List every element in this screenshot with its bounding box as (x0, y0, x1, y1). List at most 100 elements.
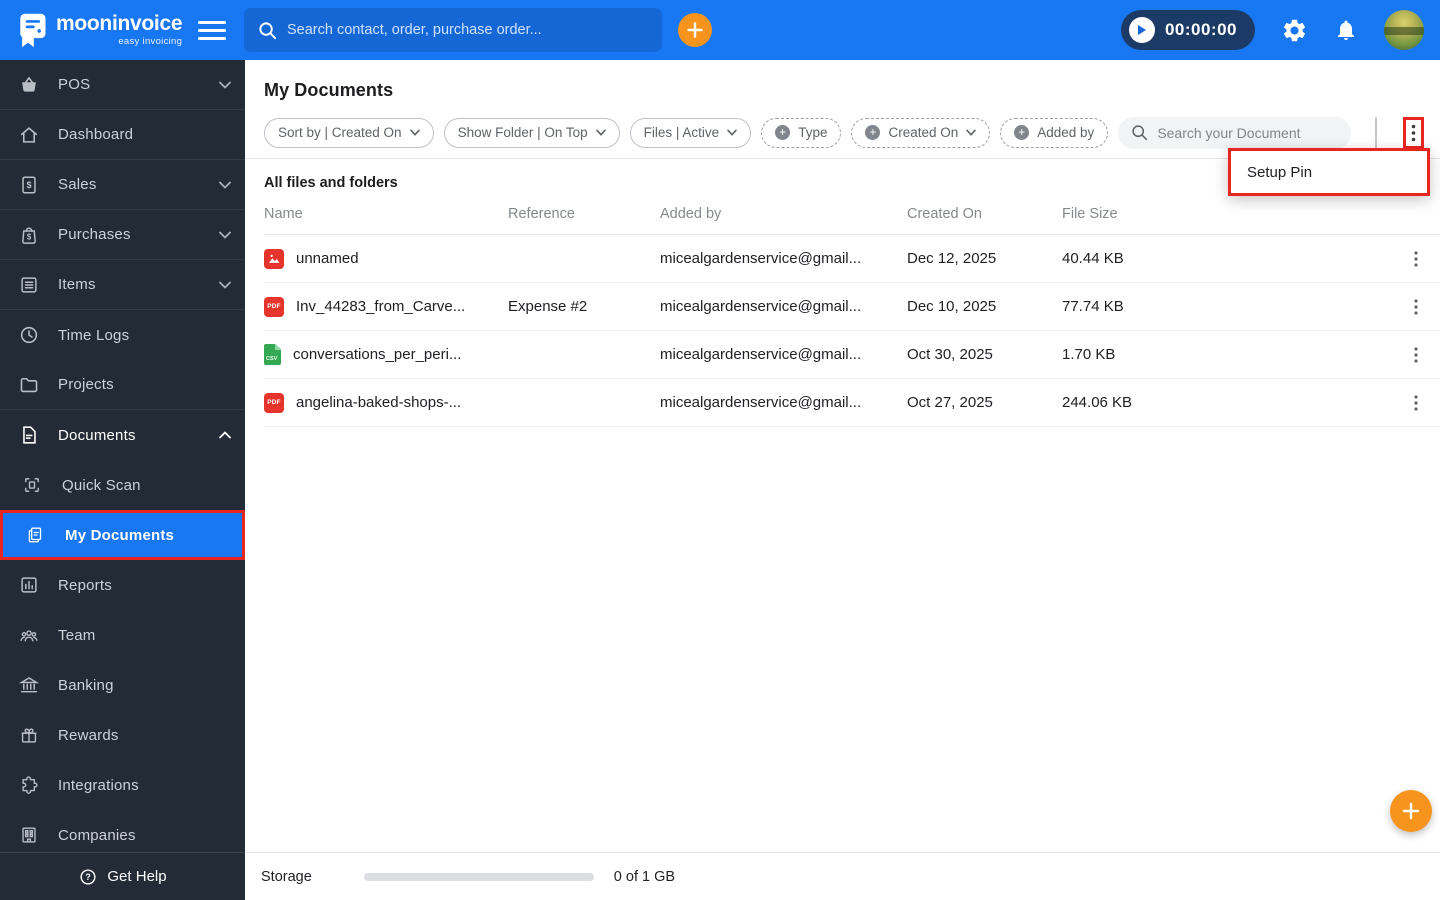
table-row[interactable]: PDF Inv_44283_from_Carve... Expense #2 m… (264, 283, 1440, 331)
file-name-cell[interactable]: PDF angelina-baked-shops-... (264, 392, 508, 413)
team-icon (18, 624, 40, 646)
sidebar-item-banking[interactable]: Banking (0, 660, 245, 710)
filter-add-type[interactable]: Type (761, 117, 842, 148)
sidebar-item-quick-scan[interactable]: Quick Scan (0, 460, 245, 510)
filter-show-folder[interactable]: Show Folder | On Top (443, 117, 620, 148)
table-row[interactable]: PDF angelina-baked-shops-... micealgarde… (264, 379, 1440, 427)
kebab-icon (1414, 346, 1418, 363)
sidebar-item-label: Projects (58, 376, 114, 393)
plus-circle-icon (1014, 125, 1030, 140)
avatar[interactable] (1384, 10, 1424, 50)
document-search-input[interactable] (1157, 124, 1339, 141)
row-options-button[interactable] (1410, 393, 1422, 413)
csv-file-icon: CSV (264, 344, 281, 365)
sidebar-item-label: Quick Scan (62, 476, 141, 494)
sidebar-item-team[interactable]: Team (0, 610, 245, 660)
chevron-down-icon (219, 226, 231, 244)
puzzle-icon (18, 774, 40, 796)
sidebar-item-projects[interactable]: Projects (0, 360, 245, 410)
plus-circle-icon (865, 125, 881, 140)
file-size: 1.70 KB (1062, 346, 1116, 363)
sidebar-item-label: Dashboard (58, 126, 134, 143)
chevron-down-icon (409, 129, 420, 136)
file-name-cell[interactable]: CSV conversations_per_peri... (264, 344, 508, 365)
column-created-on: Created On (907, 205, 982, 222)
filter-add-added-by[interactable]: Added by (1000, 117, 1109, 148)
setup-pin-menu: Setup Pin (1228, 148, 1430, 196)
more-menu-highlight (1403, 116, 1425, 149)
global-search-input[interactable] (287, 22, 648, 38)
sidebar-item-sales[interactable]: $ Sales (0, 160, 245, 210)
filter-files-active[interactable]: Files | Active (629, 117, 752, 148)
svg-text:$: $ (27, 232, 32, 241)
file-name: conversations_per_peri... (293, 346, 462, 363)
main-content: My Documents Sort by | Created On Show F… (245, 60, 1440, 900)
mooninvoice-logo-icon (20, 13, 46, 48)
play-icon[interactable] (1128, 17, 1155, 43)
sidebar-item-items[interactable]: Items (0, 260, 245, 310)
add-document-fab[interactable] (1390, 790, 1432, 832)
document-search[interactable] (1118, 116, 1352, 149)
search-icon (1132, 125, 1148, 141)
storage-label: Storage (261, 868, 312, 885)
sidebar-item-label: Rewards (58, 726, 119, 744)
get-help-button[interactable]: ? Get Help (0, 852, 245, 900)
row-options-button[interactable] (1410, 297, 1422, 317)
clock-icon (18, 324, 40, 346)
sidebar-item-pos[interactable]: POS (0, 60, 245, 110)
chevron-down-icon (966, 129, 977, 136)
pdf-file-icon: PDF (264, 296, 284, 317)
file-name: unnamed (296, 250, 359, 267)
chevron-down-icon (219, 76, 231, 94)
setup-pin-menu-item[interactable]: Setup Pin (1231, 164, 1427, 181)
global-search[interactable] (244, 8, 662, 52)
file-created-on: Dec 10, 2025 (907, 298, 997, 315)
notifications-icon[interactable] (1334, 18, 1358, 42)
table-row[interactable]: unnamed micealgardenservice@gmail... Dec… (264, 235, 1440, 283)
list-view-button[interactable] (1376, 118, 1377, 148)
file-name-cell[interactable]: PDF Inv_44283_from_Carve... (264, 296, 508, 317)
building-icon (18, 824, 40, 846)
sidebar-item-purchases[interactable]: $ Purchases (0, 210, 245, 260)
kebab-icon (1412, 124, 1416, 141)
sidebar-item-time-logs[interactable]: Time Logs (0, 310, 245, 360)
sidebar-item-label: Team (58, 626, 96, 644)
timer-widget[interactable]: 00:00:00 (1120, 10, 1255, 50)
sidebar-item-label: Integrations (58, 776, 139, 794)
settings-icon[interactable] (1281, 17, 1308, 44)
bar-chart-icon (18, 574, 40, 596)
filter-add-created-on[interactable]: Created On (851, 117, 991, 148)
plus-icon (687, 22, 703, 38)
file-size: 244.06 KB (1062, 394, 1133, 411)
hamburger-menu-icon[interactable] (198, 20, 226, 40)
table-row[interactable]: CSV conversations_per_peri... micealgard… (264, 331, 1440, 379)
basket-icon (18, 74, 40, 96)
quick-add-button[interactable] (678, 13, 712, 47)
storage-value: 0 of 1 GB (613, 868, 676, 885)
sidebar: POS Dashboard $ Sales $ Purchases Items … (0, 60, 245, 900)
more-options-button[interactable] (1407, 122, 1420, 144)
sidebar-item-my-documents[interactable]: My Documents (0, 510, 245, 560)
sidebar-item-documents[interactable]: Documents (0, 410, 245, 460)
copy-documents-icon (25, 524, 47, 546)
sidebar-item-dashboard[interactable]: Dashboard (0, 110, 245, 160)
column-added-by: Added by (660, 205, 722, 222)
sidebar-item-rewards[interactable]: Rewards (0, 710, 245, 760)
home-icon (18, 124, 40, 146)
file-name-cell[interactable]: unnamed (264, 248, 508, 269)
sidebar-item-label: Companies (58, 826, 136, 844)
get-help-label: Get Help (107, 868, 167, 885)
row-options-button[interactable] (1410, 345, 1422, 365)
plus-icon (1402, 802, 1420, 820)
file-size: 40.44 KB (1062, 250, 1124, 267)
bank-icon (18, 674, 40, 696)
kebab-icon (1414, 250, 1418, 267)
timer-value: 00:00:00 (1164, 20, 1237, 39)
file-added-by: micealgardenservice@gmail... (660, 298, 862, 315)
row-options-button[interactable] (1410, 249, 1422, 269)
brand-logo[interactable]: mooninvoice easy invoicing (0, 11, 186, 49)
sidebar-item-reports[interactable]: Reports (0, 560, 245, 610)
filter-sort-by[interactable]: Sort by | Created On (264, 117, 434, 148)
sidebar-item-integrations[interactable]: Integrations (0, 760, 245, 810)
invoice-icon: $ (18, 174, 40, 196)
